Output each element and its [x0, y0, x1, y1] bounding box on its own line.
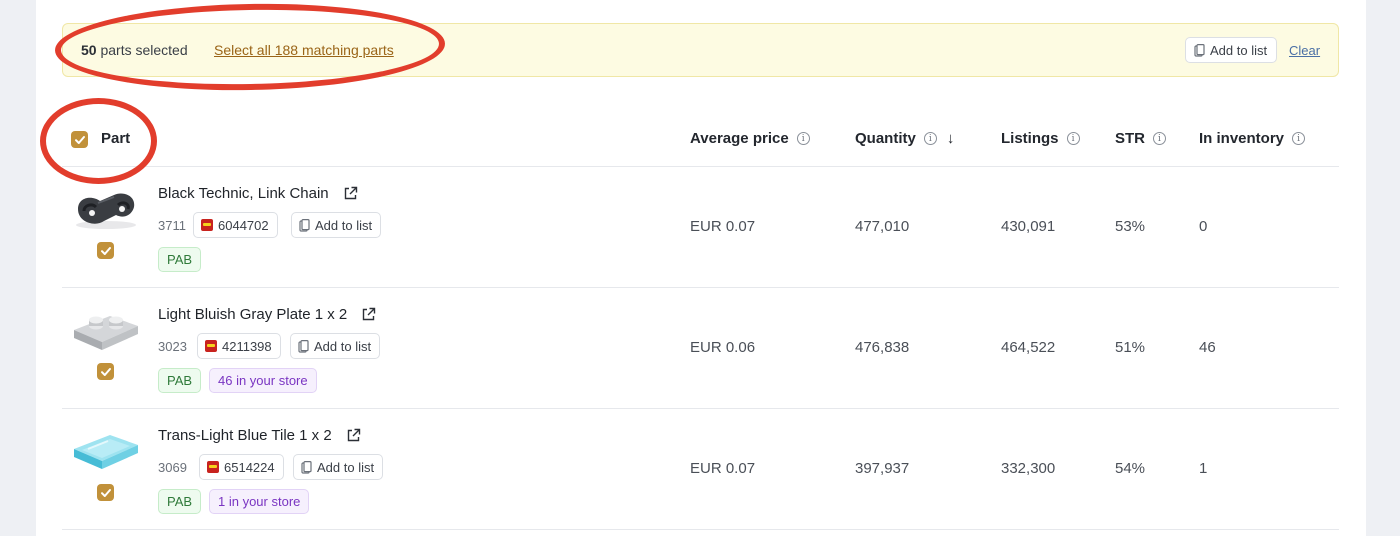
lego-element-id-chip[interactable]: 6044702	[193, 212, 278, 238]
selected-count-text: 50 parts selected	[81, 42, 188, 58]
part-number: 3069	[158, 460, 187, 475]
add-to-list-button[interactable]: Add to list	[293, 454, 384, 480]
lego-element-id: 6514224	[224, 459, 275, 475]
add-to-list-label: Add to list	[315, 217, 373, 233]
lego-element-id-chip[interactable]: 4211398	[197, 333, 281, 359]
arrow-down-icon: ↓	[946, 130, 955, 147]
add-to-list-label: Add to list	[314, 338, 372, 354]
str-cell: 54%	[1115, 460, 1146, 477]
in-store-tag: 1 in your store	[209, 489, 310, 514]
part-name-label: Light Bluish Gray Plate 1 x 2	[158, 306, 348, 323]
in-inventory-cell: 0	[1199, 218, 1208, 235]
checkmark-icon	[100, 367, 111, 376]
checkmark-icon	[74, 135, 85, 144]
lego-element-id-chip[interactable]: 6514224	[199, 454, 284, 480]
info-icon[interactable]: i	[923, 132, 937, 145]
str-cell: 51%	[1115, 339, 1146, 356]
table-row: Black Technic, Link Chain 3711 6044702 A…	[62, 167, 1339, 287]
column-header-quantity-label: Quantity	[855, 130, 916, 147]
external-link-icon[interactable]	[346, 428, 361, 443]
column-header-str-label: STR	[1115, 130, 1145, 147]
column-header-listings-label: Listings	[1001, 130, 1059, 147]
external-link-icon[interactable]	[343, 186, 358, 201]
row-divider	[62, 529, 1339, 530]
average-price-cell: EUR 0.07	[690, 218, 756, 235]
row-checkbox[interactable]	[97, 363, 114, 380]
add-to-list-label: Add to list	[317, 459, 375, 475]
table-row: Light Bluish Gray Plate 1 x 2 3023 42113…	[62, 288, 1339, 408]
lego-logo-icon	[201, 219, 213, 231]
str-cell: 53%	[1115, 218, 1146, 235]
listings-cell: 332,300	[1001, 460, 1056, 477]
quantity-cell: 477,010	[855, 218, 910, 235]
info-icon[interactable]: i	[1153, 132, 1166, 145]
clipboard-icon	[299, 218, 310, 232]
average-price-cell: EUR 0.06	[690, 339, 756, 356]
lego-element-id: 6044702	[218, 217, 269, 233]
part-name[interactable]: Black Technic, Link Chain	[158, 185, 358, 202]
average-price-cell: EUR 0.07	[690, 460, 756, 477]
in-inventory-cell: 46	[1199, 339, 1216, 356]
checkmark-icon	[100, 488, 111, 497]
checkmark-icon	[100, 246, 111, 255]
column-header-str[interactable]: STR i	[1115, 130, 1166, 147]
clipboard-icon	[1194, 43, 1205, 57]
column-header-average-price[interactable]: Average price i	[690, 130, 810, 147]
part-thumbnail-tile-1x2[interactable]	[70, 423, 142, 473]
selected-count: 50	[81, 42, 97, 58]
selection-banner: 50 parts selected Select all 188 matchin…	[62, 23, 1339, 77]
column-header-part: Part	[101, 130, 130, 147]
pab-tag: PAB	[158, 489, 202, 514]
add-to-list-button[interactable]: Add to list	[290, 333, 381, 359]
selected-count-suffix: parts selected	[100, 42, 188, 58]
column-header-part-label: Part	[101, 130, 131, 147]
quantity-cell: 397,937	[855, 460, 910, 477]
info-icon[interactable]: i	[796, 132, 810, 145]
in-store-tag: 46 in your store	[209, 368, 317, 393]
external-link-icon[interactable]	[361, 307, 376, 322]
part-name-label: Trans-Light Blue Tile 1 x 2	[158, 427, 332, 444]
bulk-add-to-list-button[interactable]: Add to list	[1185, 37, 1278, 63]
listings-cell: 430,091	[1001, 218, 1056, 235]
row-checkbox[interactable]	[97, 242, 114, 259]
part-thumbnail-link-chain[interactable]	[70, 181, 142, 231]
select-all-matching-link[interactable]: Select all 188 matching parts	[214, 42, 394, 58]
lego-logo-icon	[205, 340, 217, 352]
column-header-in-inventory-label: In inventory	[1199, 130, 1285, 147]
clear-selection-link[interactable]: Clear	[1289, 43, 1320, 58]
part-name[interactable]: Light Bluish Gray Plate 1 x 2	[158, 306, 376, 323]
table-row: Trans-Light Blue Tile 1 x 2 3069 6514224…	[62, 409, 1339, 529]
lego-element-id: 4211398	[222, 338, 272, 354]
pab-tag: PAB	[158, 368, 202, 393]
column-header-in-inventory[interactable]: In inventory i	[1199, 130, 1306, 147]
column-header-quantity[interactable]: Quantity i ↓	[855, 130, 954, 147]
part-number: 3711	[158, 218, 186, 233]
quantity-cell: 476,838	[855, 339, 910, 356]
select-all-checkbox[interactable]	[71, 131, 88, 148]
part-thumbnail-plate-1x2[interactable]	[70, 302, 142, 352]
row-checkbox[interactable]	[97, 484, 114, 501]
pab-tag: PAB	[158, 247, 202, 272]
add-to-list-button[interactable]: Add to list	[291, 212, 382, 238]
column-header-listings[interactable]: Listings i	[1001, 130, 1080, 147]
in-inventory-cell: 1	[1199, 460, 1208, 477]
clipboard-icon	[301, 460, 312, 474]
lego-logo-icon	[207, 461, 219, 473]
part-name-label: Black Technic, Link Chain	[158, 185, 329, 202]
bulk-add-to-list-label: Add to list	[1210, 42, 1268, 58]
info-icon[interactable]: i	[1292, 132, 1306, 145]
clipboard-icon	[298, 339, 309, 353]
part-number: 3023	[158, 339, 187, 354]
info-icon[interactable]: i	[1066, 132, 1080, 145]
listings-cell: 464,522	[1001, 339, 1056, 356]
column-header-average-price-label: Average price	[690, 130, 789, 147]
part-name[interactable]: Trans-Light Blue Tile 1 x 2	[158, 427, 361, 444]
